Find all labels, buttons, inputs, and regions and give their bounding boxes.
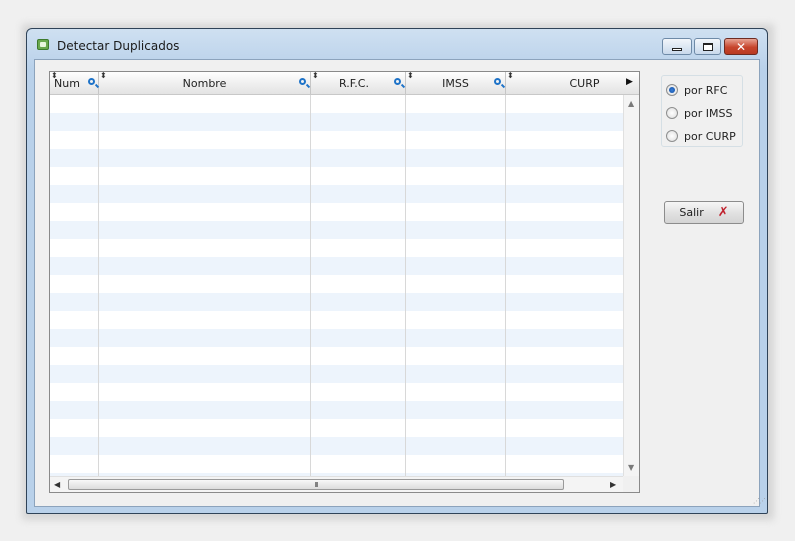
duplicate-criteria-group: por RFC por IMSS por CURP bbox=[661, 75, 743, 147]
main-window: Detectar Duplicados ✕ ⬍ Num ⬍ Nombre ⬍ R… bbox=[26, 28, 768, 514]
title-bar[interactable]: Detectar Duplicados ✕ bbox=[27, 29, 767, 59]
window-title: Detectar Duplicados bbox=[57, 39, 180, 53]
search-icon[interactable] bbox=[494, 78, 501, 85]
column-header-imss[interactable]: ⬍ IMSS bbox=[406, 72, 506, 94]
table-row[interactable] bbox=[50, 437, 623, 455]
table-row[interactable] bbox=[50, 347, 623, 365]
scroll-left-icon[interactable]: ◀ bbox=[54, 480, 60, 489]
radio-label[interactable]: por CURP bbox=[684, 130, 736, 143]
scroll-down-icon[interactable]: ▼ bbox=[628, 463, 634, 472]
exit-button[interactable]: Salir ✗ bbox=[664, 201, 744, 224]
table-row[interactable] bbox=[50, 131, 623, 149]
column-divider bbox=[98, 95, 99, 476]
table-row[interactable] bbox=[50, 455, 623, 473]
column-label: CURP bbox=[569, 77, 600, 90]
column-label: R.F.C. bbox=[339, 77, 369, 90]
minimize-icon bbox=[672, 47, 682, 51]
radio-por-curp[interactable]: por CURP bbox=[666, 128, 736, 144]
table-row[interactable] bbox=[50, 365, 623, 383]
duplicates-grid[interactable]: ⬍ Num ⬍ Nombre ⬍ R.F.C. ⬍ IMSS ⬍ CURP ▶ … bbox=[49, 71, 640, 493]
grip-icon: III bbox=[314, 480, 318, 489]
column-header-curp[interactable]: ⬍ CURP bbox=[506, 72, 623, 94]
table-row[interactable] bbox=[50, 401, 623, 419]
maximize-button[interactable] bbox=[694, 38, 721, 55]
radio-por-imss[interactable]: por IMSS bbox=[666, 105, 732, 121]
red-x-icon: ✗ bbox=[717, 205, 729, 220]
column-header-rfc[interactable]: ⬍ R.F.C. bbox=[311, 72, 406, 94]
chevron-right-icon[interactable]: ▶ bbox=[626, 77, 633, 87]
exit-button-label: Salir bbox=[679, 206, 704, 219]
search-icon[interactable] bbox=[299, 78, 306, 85]
table-row[interactable] bbox=[50, 113, 623, 131]
table-row[interactable] bbox=[50, 257, 623, 275]
column-label: IMSS bbox=[442, 77, 469, 90]
radio-label[interactable]: por IMSS bbox=[684, 107, 732, 120]
column-header-num[interactable]: ⬍ Num bbox=[50, 72, 99, 94]
search-icon[interactable] bbox=[88, 78, 95, 85]
table-row[interactable] bbox=[50, 167, 623, 185]
scrollbar-corner bbox=[623, 476, 639, 492]
table-row[interactable] bbox=[50, 419, 623, 437]
horizontal-scrollbar[interactable]: ◀ III ▶ bbox=[50, 476, 623, 492]
column-divider bbox=[505, 95, 506, 476]
table-row[interactable] bbox=[50, 221, 623, 239]
column-label: Num bbox=[54, 77, 80, 90]
minimize-button[interactable] bbox=[662, 38, 692, 55]
search-icon[interactable] bbox=[394, 78, 401, 85]
close-button[interactable]: ✕ bbox=[724, 38, 758, 55]
table-row[interactable] bbox=[50, 185, 623, 203]
table-row[interactable] bbox=[50, 275, 623, 293]
table-row[interactable] bbox=[50, 383, 623, 401]
grid-body[interactable] bbox=[50, 95, 623, 491]
horizontal-scroll-thumb[interactable]: III bbox=[68, 479, 564, 490]
radio-por-rfc[interactable]: por RFC bbox=[666, 82, 727, 98]
table-row[interactable] bbox=[50, 95, 623, 113]
radio-label[interactable]: por RFC bbox=[684, 84, 727, 97]
table-row[interactable] bbox=[50, 203, 623, 221]
grid-header: ⬍ Num ⬍ Nombre ⬍ R.F.C. ⬍ IMSS ⬍ CURP ▶ bbox=[50, 72, 639, 95]
table-row[interactable] bbox=[50, 149, 623, 167]
column-divider bbox=[405, 95, 406, 476]
table-row[interactable] bbox=[50, 329, 623, 347]
client-area: ⬍ Num ⬍ Nombre ⬍ R.F.C. ⬍ IMSS ⬍ CURP ▶ … bbox=[34, 59, 766, 507]
radio-unchecked-icon[interactable] bbox=[666, 107, 678, 119]
column-header-nombre[interactable]: ⬍ Nombre bbox=[99, 72, 311, 94]
radio-unchecked-icon[interactable] bbox=[666, 130, 678, 142]
table-row[interactable] bbox=[50, 293, 623, 311]
vertical-scrollbar[interactable]: ▲ ▼ bbox=[623, 95, 639, 476]
table-row[interactable] bbox=[50, 311, 623, 329]
resize-grip-icon[interactable]: ⋰⋰ bbox=[753, 498, 766, 505]
table-row[interactable] bbox=[50, 239, 623, 257]
column-divider bbox=[310, 95, 311, 476]
app-icon bbox=[37, 39, 49, 50]
column-label: Nombre bbox=[182, 77, 227, 90]
scroll-right-icon[interactable]: ▶ bbox=[610, 480, 616, 489]
maximize-icon bbox=[702, 42, 713, 51]
sort-icon[interactable]: ⬍ bbox=[507, 72, 514, 80]
close-icon: ✕ bbox=[735, 39, 747, 54]
scroll-up-icon[interactable]: ▲ bbox=[628, 99, 634, 108]
radio-checked-icon[interactable] bbox=[666, 84, 678, 96]
